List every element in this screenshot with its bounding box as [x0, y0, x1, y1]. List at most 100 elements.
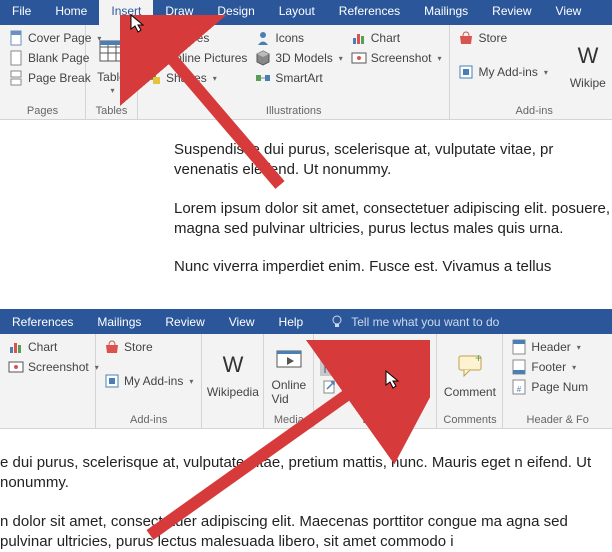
group-label	[6, 412, 89, 426]
ribbon-tabbar: File Home Insert Draw Design Layout Refe…	[0, 0, 612, 25]
link-button[interactable]: Link ▾	[320, 338, 430, 356]
chevron-down-icon: ▾	[544, 68, 548, 77]
tab-view[interactable]: View	[544, 0, 594, 25]
footer-icon	[511, 359, 527, 375]
label: Bookmark	[342, 360, 396, 374]
group-label	[208, 412, 257, 426]
label: Cover Page	[28, 31, 91, 45]
wikipedia-button[interactable]: W Wikipe	[564, 29, 612, 103]
paragraph: e dui purus, scelerisque at, vulputate v…	[0, 453, 612, 494]
wikipedia-icon: W	[574, 43, 602, 74]
tab-design[interactable]: Design	[205, 0, 266, 25]
page-number-button[interactable]: #Page Num	[509, 378, 590, 396]
tab-layout[interactable]: Layout	[267, 0, 327, 25]
icons-button[interactable]: Icons	[253, 29, 344, 47]
store-button[interactable]: Store	[456, 29, 549, 47]
tab-insert[interactable]: Insert	[99, 0, 153, 25]
chart-button[interactable]: Chart	[6, 338, 101, 356]
comment-button[interactable]: + Comment	[438, 338, 502, 412]
group-comments: + Comment Comments	[437, 334, 503, 428]
group-pages: Cover Page▾ Blank Page Page Break Pages	[0, 25, 86, 119]
tab-help[interactable]: Help	[267, 311, 316, 333]
footer-button[interactable]: Footer ▾	[509, 358, 590, 376]
tab-mailings[interactable]: Mailings	[85, 311, 153, 333]
header-button[interactable]: Header▾	[509, 338, 590, 356]
screenshot-icon	[351, 50, 367, 66]
tab-file[interactable]: File	[0, 0, 43, 25]
table-button[interactable]: Table ▾	[91, 29, 132, 103]
bookmark-icon	[322, 359, 338, 375]
chevron-down-icon: ▾	[339, 54, 343, 63]
tab-references[interactable]: References	[327, 0, 412, 25]
cross-ref-icon	[322, 379, 338, 395]
label: Online Pictures	[166, 51, 247, 65]
paragraph: Nunc viverra imperdiet enim. Fusce est. …	[174, 257, 612, 277]
group-label: Comments	[443, 412, 496, 426]
3d-models-button[interactable]: 3D Models ▾	[253, 49, 344, 67]
online-video-button[interactable]: Online Vid	[266, 338, 313, 412]
group-header-footer: Header▾ Footer ▾ #Page Num Header & Fo	[503, 334, 612, 428]
tab-references[interactable]: References	[0, 311, 85, 333]
tab-mailings[interactable]: Mailings	[412, 0, 480, 25]
bookmark-button[interactable]: Bookmark	[320, 358, 430, 376]
tab-review[interactable]: Review	[480, 0, 543, 25]
label: Link	[342, 340, 364, 354]
tab-home[interactable]: Home	[43, 0, 99, 25]
table-icon	[98, 37, 126, 68]
screenshot-button[interactable]: Screenshot▾	[349, 49, 444, 67]
smartart-button[interactable]: SmartArt	[253, 69, 344, 87]
group-label: Illustrations	[144, 103, 443, 117]
my-addins-button[interactable]: My Add-ins ▾	[456, 63, 549, 81]
paragraph: Lorem ipsum dolor sit amet, consectetuer…	[174, 199, 612, 240]
online-pictures-button[interactable]: Online Pictures	[144, 49, 249, 67]
comment-icon: +	[456, 352, 484, 383]
label: 3D Models	[275, 51, 332, 65]
shapes-icon	[146, 70, 162, 86]
chevron-down-icon: ▾	[572, 363, 576, 372]
group-label: Pages	[6, 103, 79, 117]
video-icon	[275, 345, 303, 376]
label: Cross-reference	[342, 380, 428, 394]
label: Wikipedia	[207, 385, 259, 399]
store-button[interactable]: Store	[102, 338, 195, 356]
tab-view[interactable]: View	[217, 311, 267, 333]
smartart-icon	[255, 70, 271, 86]
group-label: Add-ins	[102, 412, 195, 426]
online-picture-icon	[146, 50, 162, 66]
cube-icon	[255, 50, 271, 66]
group-label: Media	[270, 412, 307, 426]
chevron-down-icon: ▾	[577, 343, 581, 352]
cross-reference-button[interactable]: Cross-reference	[320, 378, 430, 396]
label: Footer	[531, 360, 566, 374]
store-icon	[104, 339, 120, 355]
label: My Add-ins	[478, 65, 537, 79]
label: Pictures	[166, 31, 209, 45]
group-label: Header & Fo	[509, 412, 606, 426]
chevron-down-icon: ▾	[370, 343, 374, 352]
tell-me-search[interactable]: Tell me what you want to do	[315, 314, 499, 330]
my-addins-button[interactable]: My Add-ins▾	[102, 372, 195, 390]
group-addins: Store My Add-ins▾ Add-ins	[96, 334, 202, 428]
label: Comment	[444, 385, 496, 399]
svg-text:+: +	[475, 352, 482, 365]
screenshot-button[interactable]: Screenshot▾	[6, 358, 101, 376]
tab-review[interactable]: Review	[153, 311, 216, 333]
label: Wikipe	[570, 76, 606, 90]
group-links: Link▾ Bookmark Cross-reference Links	[314, 334, 437, 428]
addins-icon	[458, 64, 474, 80]
pictures-button[interactable]: Pictures	[144, 29, 249, 47]
page-break-icon	[8, 70, 24, 86]
link-icon	[322, 339, 338, 355]
document-body: Suspendisse dui purus, scelerisque at, v…	[0, 120, 612, 277]
label: Page Break	[28, 71, 91, 85]
wikipedia-button[interactable]: W Wikipedia	[201, 338, 265, 412]
tab-draw[interactable]: Draw	[153, 0, 205, 25]
group-wikipedia: W Wikipedia	[202, 334, 264, 428]
chart-button[interactable]: Chart	[349, 29, 444, 47]
group-addins: Store My Add-ins▾ W Wikipe Add-ins	[450, 25, 612, 119]
label: Icons	[275, 31, 304, 45]
group-chart: Chart Screenshot▾	[0, 334, 96, 428]
label: Table	[97, 70, 126, 84]
shapes-button[interactable]: Shapes▾	[144, 69, 249, 87]
svg-text:W: W	[222, 352, 243, 377]
